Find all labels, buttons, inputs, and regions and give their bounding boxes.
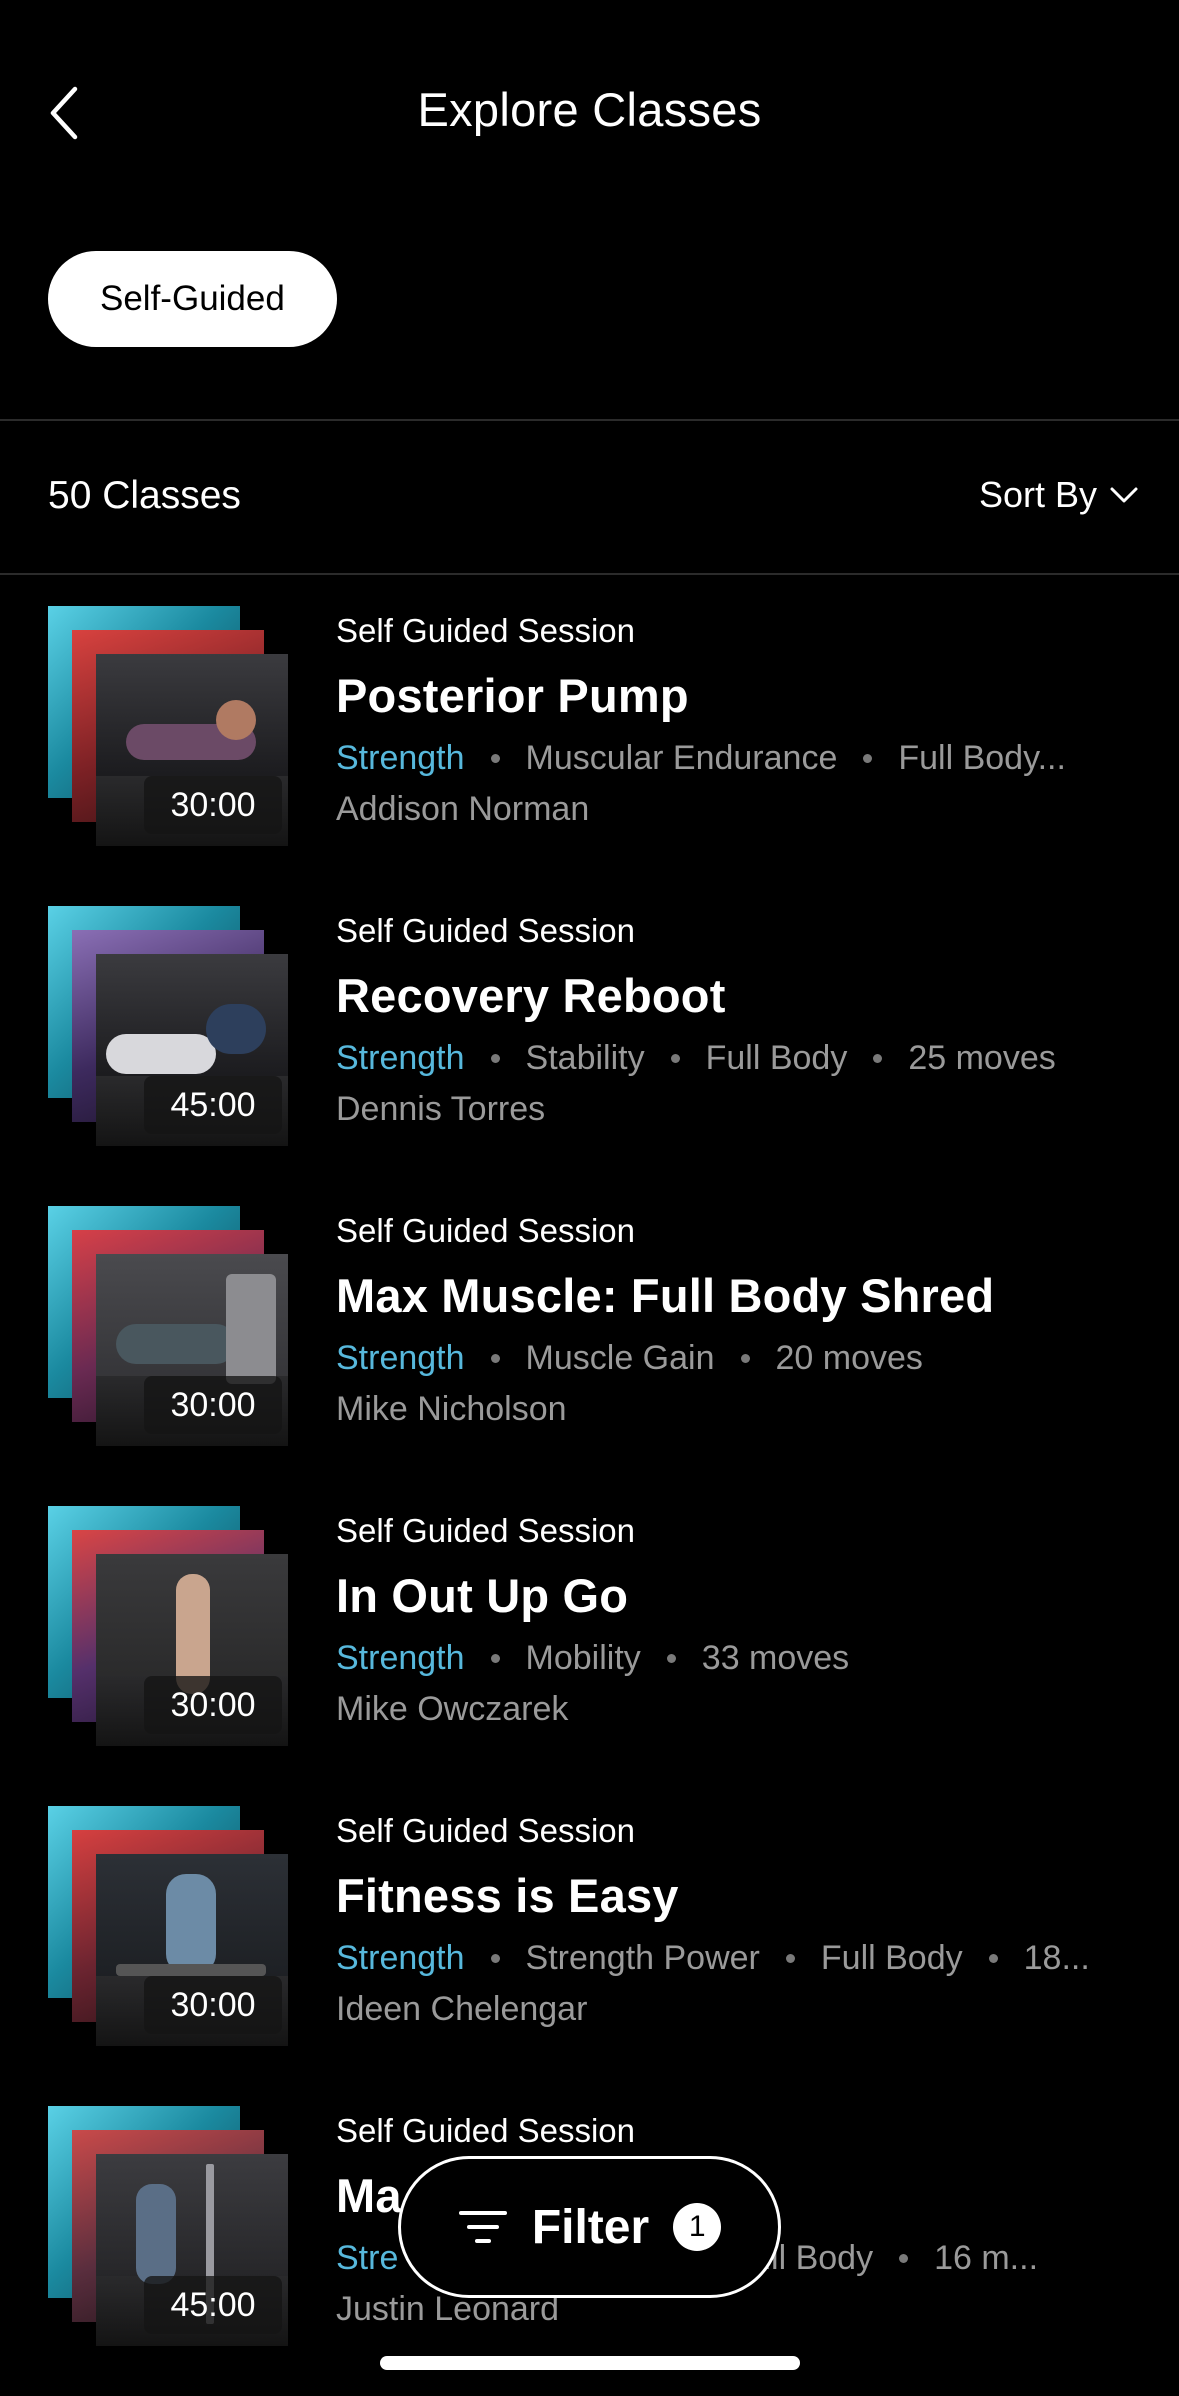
class-tags: Strength Stability Full Body 25 moves [336,1032,1136,1084]
separator-dot [490,753,500,763]
class-tags: Strength Muscle Gain 20 moves [336,1332,1136,1384]
class-tags: Strength Mobility 33 moves [336,1632,1136,1684]
session-type: Self Guided Session [336,1812,636,1849]
page-title: Explore Classes [417,83,762,136]
duration-badge: 30:00 [144,1976,282,2034]
separator-dot [490,1053,500,1063]
session-type: Self Guided Session [336,1212,636,1249]
duration-badge: 45:00 [144,2276,282,2334]
tag: Strength Power [525,1938,760,1977]
instructor-name: Ideen Chelengar [336,1990,588,2028]
divider [0,573,1179,575]
class-card[interactable]: 45:00 Self Guided Session Recovery Reboo… [0,876,1179,1176]
tag: 20 moves [775,1338,923,1377]
session-type: Self Guided Session [336,1512,636,1549]
category-tag: Strength [336,738,465,777]
tag: Muscle Gain [525,1338,715,1377]
class-tags: Strength Strength Power Full Body 18... [336,1932,1136,1984]
separator-dot [785,1953,795,1963]
separator-dot [670,1053,680,1063]
tag: Stability [525,1038,645,1077]
self-guided-chip[interactable]: Self-Guided [48,251,337,347]
class-card[interactable]: 30:00 Self Guided Session In Out Up Go S… [0,1476,1179,1776]
home-indicator[interactable] [380,2356,800,2370]
filter-label: Filter [531,2200,650,2254]
class-thumbnail: 30:00 [48,1806,288,2046]
tag: 25 moves [908,1038,1056,1077]
tag: Full Body... [898,738,1066,777]
separator-dot [899,2253,909,2263]
class-tags: Strength Muscular Endurance Full Body... [336,732,1136,784]
duration-badge: 30:00 [144,1376,282,1434]
tag: Muscular Endurance [525,738,838,777]
category-tag: Strength [336,1038,465,1077]
class-thumbnail: 45:00 [48,906,288,1146]
chevron-down-icon [1110,487,1138,503]
class-card[interactable]: 30:00 Self Guided Session Fitness is Eas… [0,1776,1179,2076]
duration-badge: 30:00 [144,1676,282,1734]
session-type: Self Guided Session [336,912,636,949]
separator-dot [740,1353,750,1363]
class-title: Fitness is Easy [336,1869,679,1922]
class-thumbnail: 30:00 [48,1506,288,1746]
session-type: Self Guided Session [336,2112,636,2149]
filter-button[interactable]: Filter 1 [398,2156,781,2298]
separator-dot [666,1653,676,1663]
session-type: Self Guided Session [336,612,636,649]
separator-dot [490,1953,500,1963]
duration-badge: 45:00 [144,1076,282,1134]
category-tag: Strength [336,1638,465,1677]
separator-dot [490,1353,500,1363]
separator-dot [490,1653,500,1663]
class-thumbnail: 30:00 [48,1206,288,1446]
category-tag: Strength [336,1338,465,1377]
class-title: Posterior Pump [336,669,689,722]
tag: Full Body [705,1038,848,1077]
class-thumbnail: 30:00 [48,606,288,846]
header-bar: Explore Classes [0,0,1179,220]
instructor-name: Mike Nicholson [336,1390,567,1428]
class-title: Recovery Reboot [336,969,726,1022]
tag: 33 moves [701,1638,850,1677]
class-title: Max Muscle: Full Body Shred [336,1269,995,1322]
filter-lines-icon [458,2211,507,2243]
instructor-name: Dennis Torres [336,1090,546,1128]
category-tag: Stre [336,2238,399,2277]
separator-dot [863,753,873,763]
instructor-name: Mike Owczarek [336,1690,569,1728]
separator-dot [873,1053,883,1063]
tag: 18... [1023,1938,1090,1977]
list-header: 50 Classes Sort By [0,420,1179,574]
tag: Full Body [820,1938,963,1977]
category-tag: Strength [336,1938,465,1977]
class-card[interactable]: 30:00 Self Guided Session Max Muscle: Fu… [0,1176,1179,1476]
class-title: In Out Up Go [336,1569,629,1622]
tag: Mobility [525,1638,641,1677]
tag: 16 m... [934,2238,1039,2277]
instructor-name: Addison Norman [336,790,590,828]
filter-count-badge: 1 [673,2203,722,2251]
class-thumbnail: 45:00 [48,2106,288,2346]
separator-dot [988,1953,998,1963]
sort-by-button[interactable]: Sort By [979,474,1139,516]
duration-badge: 30:00 [144,776,282,834]
class-count: 50 Classes [48,474,241,517]
class-card[interactable]: 30:00 Self Guided Session Posterior Pump… [0,576,1179,876]
sort-by-label: Sort By [978,474,1097,515]
